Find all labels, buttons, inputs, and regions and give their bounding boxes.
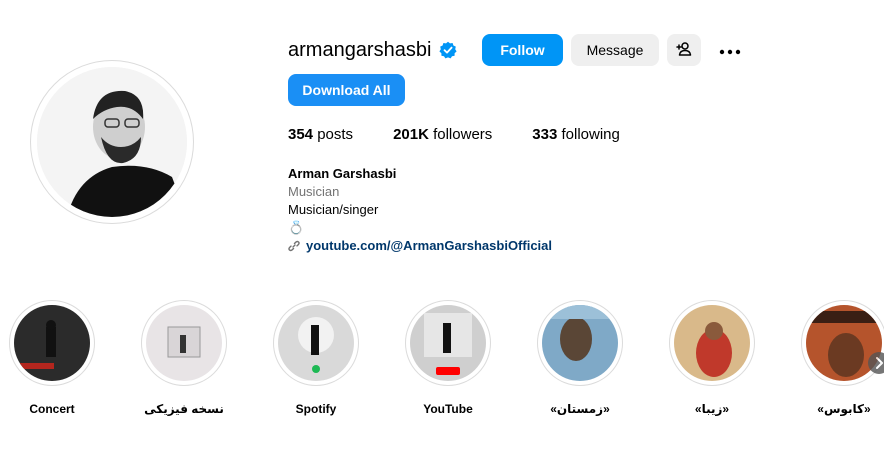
followers-label: followers [433,126,493,143]
highlight-label: «زمستان» [550,402,610,416]
bio-link-text[interactable]: youtube.com/@ArmanGarshasbiOfficial [306,237,552,255]
highlight-label: Concert [29,402,75,416]
highlight-label: Spotify [295,402,337,416]
highlight-cover-ring[interactable] [669,300,755,386]
posts-count: 354 [288,126,314,143]
highlight-cover [14,305,90,381]
highlight-label: نسخه فیزیکی [144,402,224,416]
followers-stat[interactable]: 201K followers [393,126,492,143]
highlight-cover-ring[interactable] [141,300,227,386]
following-stat[interactable]: 333 following [532,126,620,143]
highlight-cover [674,305,750,381]
posts-label: posts [317,126,354,143]
highlight-cover-ring[interactable] [405,300,491,386]
highlights-next-button[interactable] [868,352,884,374]
highlight-item[interactable]: Spotify [261,300,371,416]
highlight-label: YouTube [423,402,473,416]
download-all-button[interactable]: Download All [288,74,405,106]
profile-username: armangarshasbi [288,38,432,61]
highlight-cover-ring[interactable] [9,300,95,386]
bio-emoji: 💍 [288,220,305,235]
profile-avatar-ring[interactable] [30,60,194,224]
highlight-item[interactable]: «زیبا» [657,300,767,416]
highlight-item[interactable]: نسخه فیزیکی [129,300,239,416]
bio-category: Musician [288,184,340,199]
verified-badge-icon [439,41,458,59]
bio-external-link[interactable]: youtube.com/@ArmanGarshasbiOfficial [288,237,552,255]
story-highlights: Concert نسخه فیزیکی Spotify YouTube «زمس… [0,300,884,440]
suggested-accounts-button[interactable] [667,34,701,66]
profile-avatar[interactable] [37,67,187,217]
link-icon [288,240,300,252]
message-button[interactable]: Message [571,34,659,66]
more-options-button[interactable] [713,34,747,66]
highlight-item[interactable]: YouTube [393,300,503,416]
highlight-label: «کابوس» [817,402,871,416]
add-user-icon [676,41,692,60]
following-count: 333 [532,126,558,143]
highlight-item[interactable]: Concert [0,300,107,416]
more-options-icon [719,42,741,58]
highlight-cover [146,305,222,381]
following-label: following [561,126,620,143]
highlight-item[interactable]: «زمستان» [525,300,635,416]
highlight-cover-ring[interactable] [273,300,359,386]
highlight-cover [278,305,354,381]
posts-stat: 354 posts [288,126,353,143]
bio-full-name: Arman Garshasbi [288,166,397,181]
profile-stats: 354 posts 201K followers 333 following [288,126,660,143]
profile-bio: Arman Garshasbi Musician Musician/singer… [288,165,552,255]
highlight-label: «زیبا» [694,402,730,416]
chevron-right-icon [876,357,883,369]
profile-header-row: armangarshasbi [288,34,458,66]
bio-text: Musician/singer [288,202,379,217]
follow-button[interactable]: Follow [482,34,563,66]
highlight-cover [410,305,486,381]
highlight-cover-ring[interactable] [537,300,623,386]
followers-count: 201K [393,126,429,143]
highlight-cover [542,305,618,381]
